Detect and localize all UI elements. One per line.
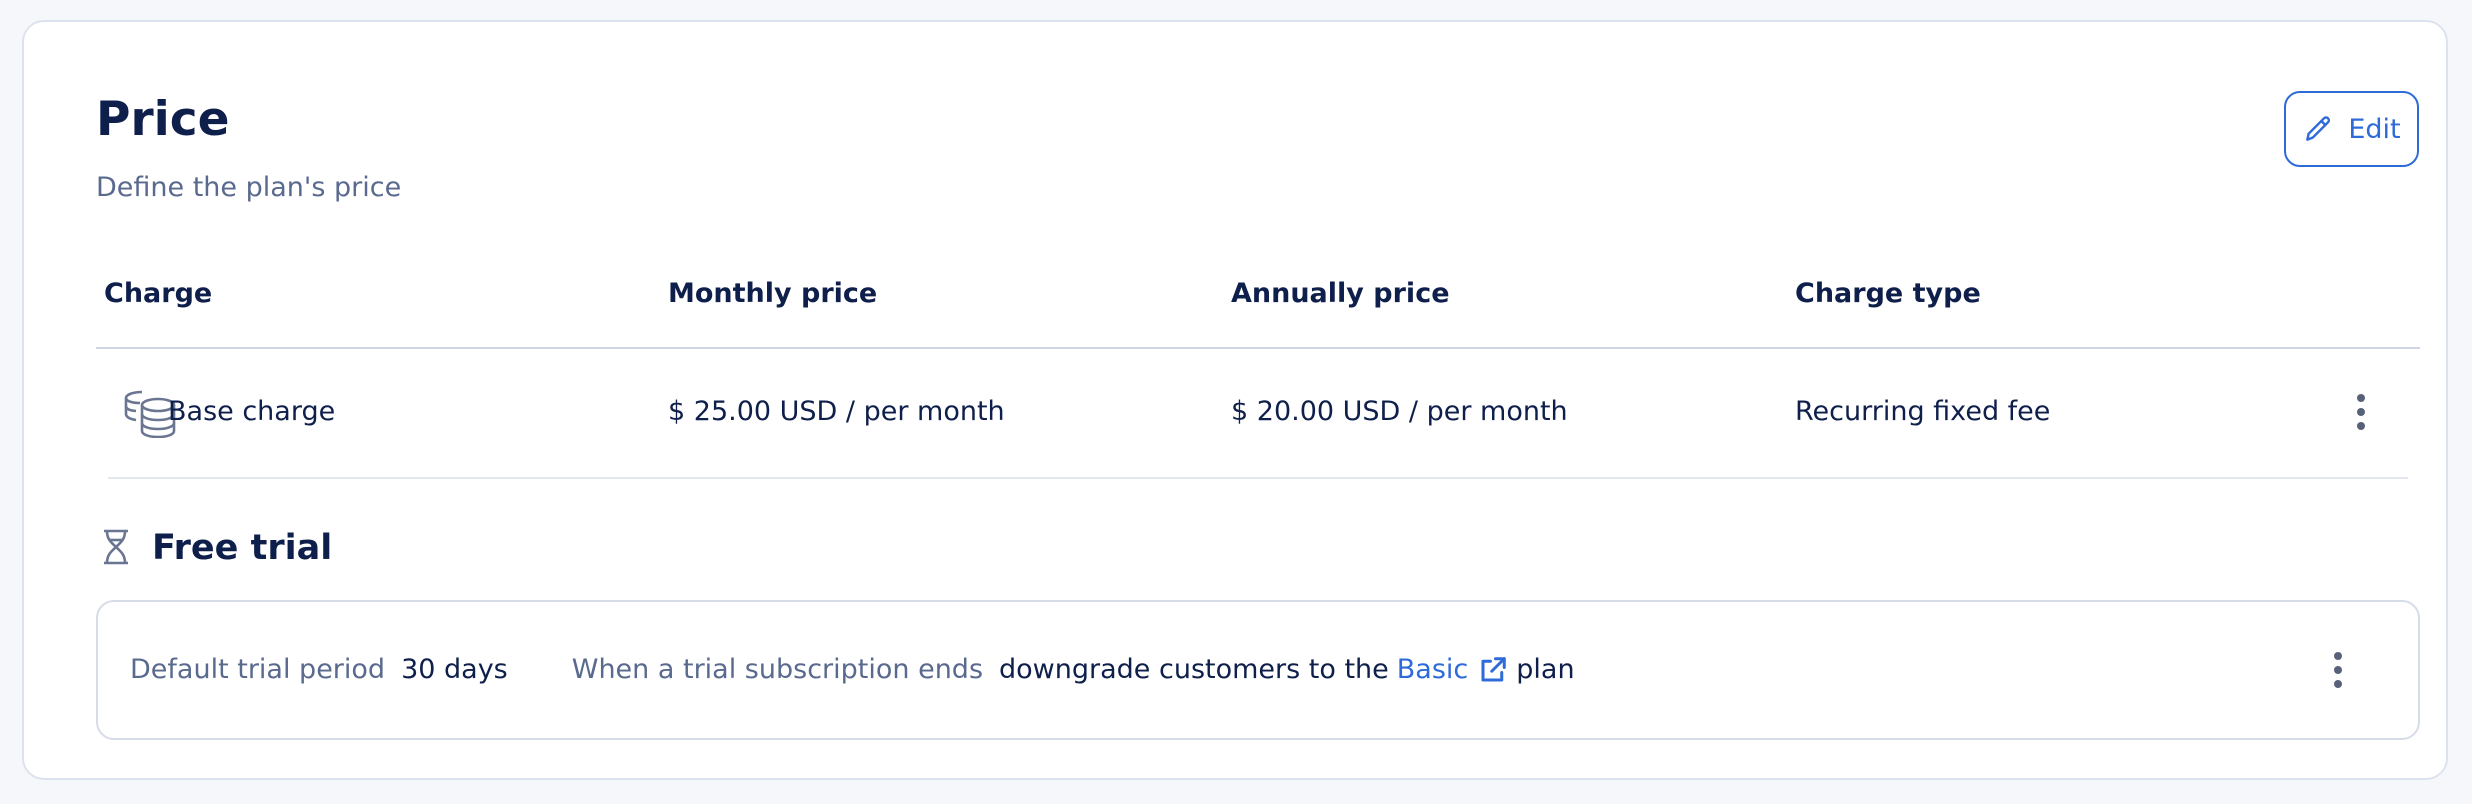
trial-end-text-suffix: plan [1516,654,1575,685]
column-header-monthly-price: Monthly price [668,278,878,309]
trial-period-label: Default trial period [130,654,386,685]
free-trial-panel: Default trial period 30 days When a tria… [96,600,2420,740]
trial-end-text: downgrade customers to the [999,654,1389,685]
charge-type-value: Recurring fixed fee [1795,396,2051,427]
charge-name: Base charge [168,396,336,427]
free-trial-details: Default trial period 30 days When a tria… [130,652,1575,688]
price-card: Price Define the plan's price Edit Charg… [22,20,2448,780]
annually-price-value: $ 20.00 USD / per month [1231,396,1568,427]
page-title: Price [96,92,230,147]
monthly-price-value: $ 25.00 USD / per month [668,396,1005,427]
column-header-charge-type: Charge type [1795,278,1981,309]
free-trial-title: Free trial [152,528,333,568]
edit-button-label: Edit [2348,113,2401,145]
pencil-icon [2306,116,2331,141]
plan-link[interactable]: Basic [1397,652,1468,688]
free-trial-actions-kebab-icon[interactable] [2324,648,2352,692]
trial-period-value: 30 days [401,654,508,685]
hourglass-icon [104,529,128,565]
table-header-divider [96,347,2420,349]
external-link-icon[interactable] [1478,655,1508,685]
row-actions-kebab-icon[interactable] [2347,390,2375,434]
column-header-charge: Charge [104,278,213,309]
trial-end-label: When a trial subscription ends [571,654,984,685]
column-header-annually-price: Annually price [1231,278,1450,309]
row-divider [108,477,2408,479]
edit-button[interactable]: Edit [2284,91,2419,167]
page-subtitle: Define the plan's price [96,172,402,203]
